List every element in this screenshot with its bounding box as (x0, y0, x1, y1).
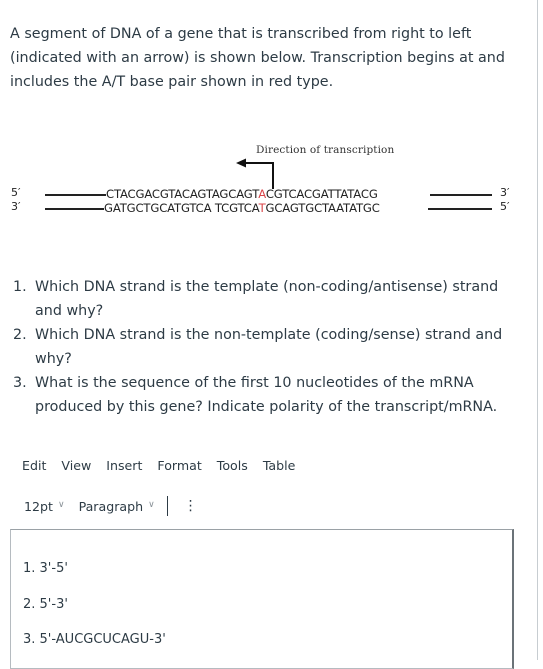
menu-tools[interactable]: Tools (217, 458, 248, 473)
menu-table[interactable]: Table (263, 458, 296, 473)
bottom-strand-left-end: 3′ (11, 200, 21, 213)
left-arrow-icon (236, 158, 274, 189)
block-format-select[interactable]: Paragraph ∨ (79, 499, 155, 514)
top-strand-right-line (430, 194, 492, 196)
question-item: 3. What is the sequence of the first 10 n… (13, 375, 498, 415)
menu-view[interactable]: View (61, 458, 91, 473)
bottom-strand-left-line (45, 208, 104, 210)
bottom-strand-sequence: GATGCTGCATGTCA TCGTCATGCAGTGCTAATATGC (104, 201, 380, 215)
bottom-strand-right-end: 5′ (500, 200, 510, 213)
block-format-value: Paragraph (78, 498, 144, 514)
question-intro: A segment of DNA of a gene that is trans… (10, 26, 505, 90)
top-strand-sequence: CTACGACGTACAGTAGCAGTACGTCACGATTATACG (106, 187, 378, 201)
top-strand-right-end: 3′ (500, 186, 510, 199)
top-strand-left-line (45, 194, 106, 196)
editor-line: 3. 5'-AUCGCUCAGU-3' (23, 632, 166, 647)
page-scroll-edge (537, 0, 538, 660)
question-list: 1. Which DNA strand is the template (non-… (10, 275, 510, 419)
question-item: 1. Which DNA strand is the template (non-… (13, 279, 499, 319)
bottom-strand-start-base: T (258, 201, 266, 215)
bottom-strand-right-line (428, 208, 492, 210)
menu-insert[interactable]: Insert (106, 458, 142, 473)
bottom-strand-5-segment: GCAGTGCTAATATGC (265, 201, 380, 215)
editor-line: 2. 5'-3' (23, 597, 68, 612)
font-size-value: 12pt (24, 498, 53, 514)
editor-toolbar: 12pt ∨ Paragraph ∨ ⋮ (24, 495, 198, 517)
top-strand-3-segment: CGTCACGATTATACG (265, 187, 378, 201)
editor-line: 1. 3'-5' (23, 561, 68, 576)
top-strand-5-segment: CTACGACGTACAGTAGCAGT (106, 187, 259, 201)
chevron-down-icon: ∨ (148, 500, 155, 510)
editor-menubar: Edit View Insert Format Tools Table (22, 458, 310, 473)
toolbar-divider (166, 496, 168, 516)
menu-format[interactable]: Format (157, 458, 201, 473)
vertical-dots-icon[interactable]: ⋮ (184, 499, 198, 513)
top-strand-start-base: A (258, 187, 266, 201)
font-size-select[interactable]: 12pt ∨ (24, 499, 65, 514)
chevron-down-icon: ∨ (57, 500, 65, 510)
question-item: 2. Which DNA strand is the non-template (… (13, 327, 503, 367)
dna-figure: Direction of transcription 5′ CTACGACGTA… (0, 140, 537, 230)
menu-edit[interactable]: Edit (22, 458, 46, 473)
figure-caption: Direction of transcription (256, 144, 395, 156)
answer-editor[interactable]: 1. 3'-5' 2. 5'-3' 3. 5'-AUCGCUCAGU-3' (10, 529, 514, 669)
bottom-strand-3-segment: GATGCTGCATGTCA TCGTCA (104, 201, 259, 215)
top-strand-left-end: 5′ (11, 186, 21, 199)
